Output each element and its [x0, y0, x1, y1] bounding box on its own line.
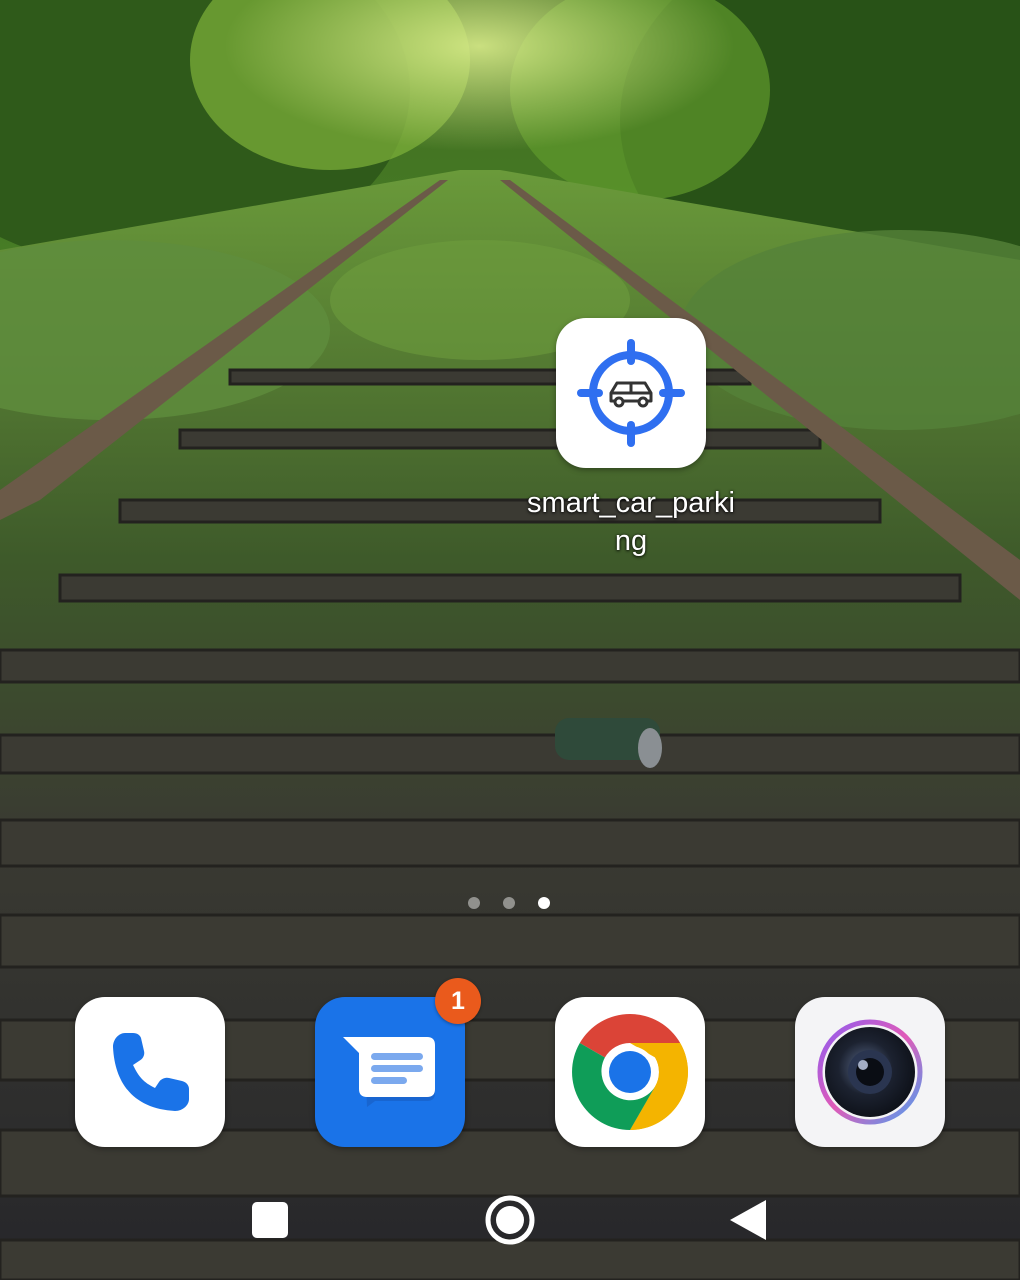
recents-button[interactable] [250, 1200, 290, 1240]
page-dot-2[interactable] [503, 897, 515, 909]
app-shortcut-smart-car-parking[interactable]: smart_car_parking [520, 318, 742, 568]
phone-icon [113, 1033, 189, 1111]
dock-camera-app[interactable] [795, 997, 945, 1147]
chrome-icon [572, 1014, 688, 1130]
home-button[interactable] [483, 1193, 537, 1247]
app-tile[interactable] [556, 318, 706, 468]
notification-badge: 1 [435, 978, 481, 1024]
dock-messages-app[interactable] [315, 997, 465, 1147]
camera-icon [817, 1019, 923, 1125]
page-dot-3-active[interactable] [538, 897, 550, 909]
dock-phone-app[interactable] [75, 997, 225, 1147]
car-target-icon [577, 339, 685, 447]
home-circle-icon [485, 1195, 535, 1245]
back-button[interactable] [728, 1198, 768, 1242]
messages-icon [343, 1037, 435, 1107]
app-label: smart_car_parking [527, 487, 735, 557]
page-indicator [460, 895, 560, 911]
recents-square-icon [252, 1202, 288, 1238]
dock-chrome-app[interactable] [555, 997, 705, 1147]
back-triangle-icon [730, 1200, 766, 1240]
page-dot-1[interactable] [468, 897, 480, 909]
